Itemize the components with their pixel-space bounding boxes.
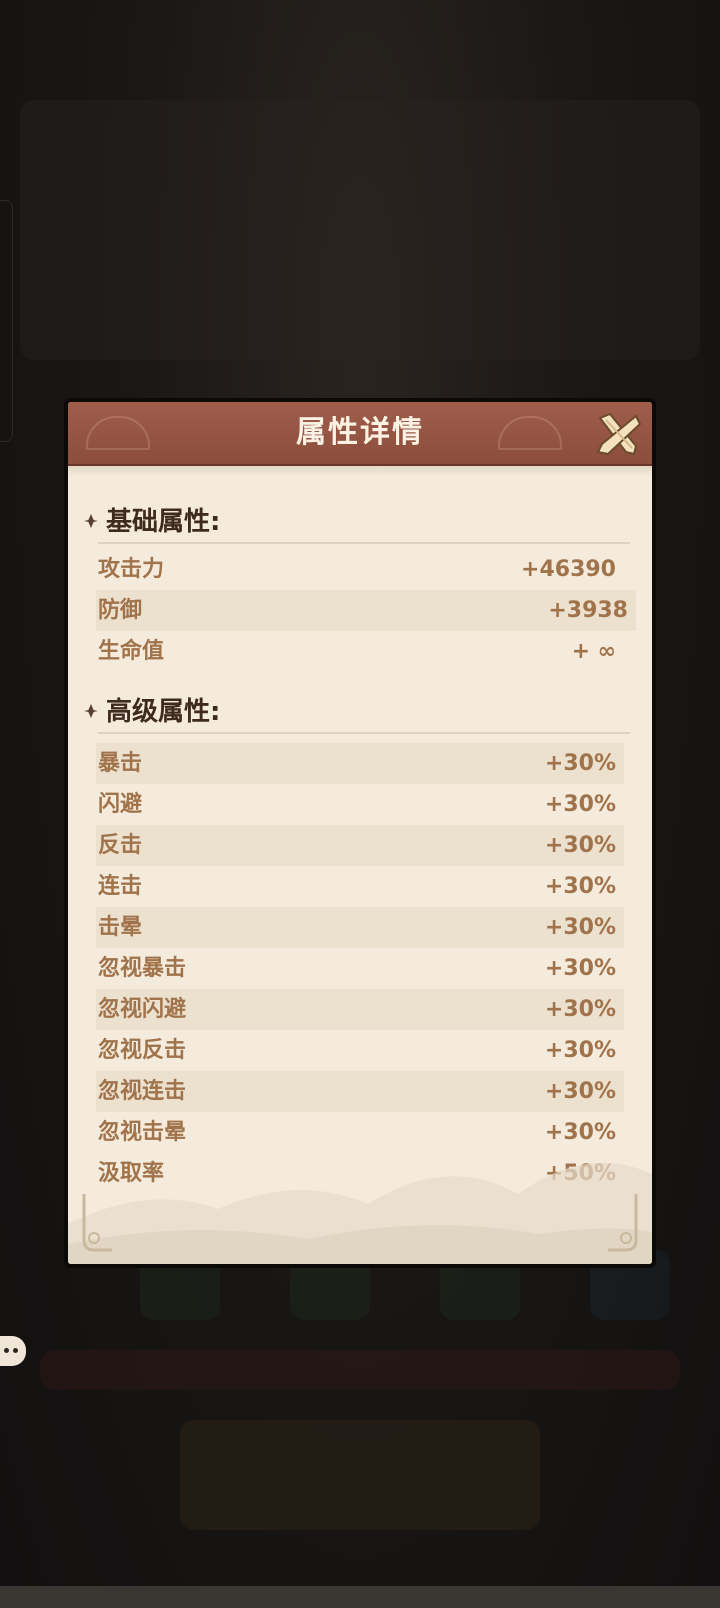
attribute-name: 生命值 [98,639,165,664]
attribute-value: +46390 [521,557,616,582]
attribute-name: 忽视闪避 [98,997,187,1022]
attribute-name: 忽视击晕 [98,1120,187,1145]
blurred-panel [20,100,700,360]
close-x-icon [596,412,642,456]
attribute-name: 闪避 [98,792,143,817]
attribute-value: + ∞ [571,639,616,664]
section-divider [98,732,630,734]
attribute-row: 生命值 + ∞ [96,631,624,672]
attribute-value: +30% [544,792,616,817]
corner-ornament-right [608,1194,638,1252]
diamond-bullet-icon [84,514,98,528]
attribute-row: 攻击力 +46390 [96,549,624,590]
bottom-bar [0,1586,720,1608]
attribute-row: 忽视暴击 +30% [96,948,624,989]
section-label: 基础属性: [106,507,221,537]
attribute-value: +30% [544,1079,616,1104]
attribute-value: +50% [544,1161,616,1186]
attribute-name: 反击 [98,833,143,858]
diamond-bullet-icon [84,704,98,718]
attribute-name: 忽视连击 [98,1079,187,1104]
attribute-value: +3938 [548,598,628,623]
attribute-value: +30% [544,956,616,981]
blurred-button [180,1420,540,1530]
blurred-bar [40,1350,680,1390]
attribute-row: 忽视反击 +30% [96,1030,624,1071]
attribute-name: 连击 [98,874,143,899]
attribute-name: 击晕 [98,915,143,940]
attribute-row: 忽视闪避 +30% [96,989,624,1030]
attribute-name: 攻击力 [98,557,165,582]
attribute-value: +30% [544,874,616,899]
paper-fold [68,466,652,476]
attribute-name: 防御 [98,598,143,623]
close-button[interactable] [592,408,644,460]
attribute-value: +30% [544,833,616,858]
attribute-name: 汲取率 [98,1161,165,1186]
section-divider [98,542,630,544]
attribute-row: 忽视连击 +30% [96,1071,624,1112]
side-panel-edge [0,200,13,442]
attribute-row: 忽视击晕 +30% [96,1112,624,1153]
chat-dot [13,1348,18,1353]
attribute-value: +30% [544,751,616,776]
chat-bubble-icon[interactable] [0,1336,26,1366]
attribute-name: 暴击 [98,751,143,776]
attribute-value: +30% [544,1120,616,1145]
dialog-header: 属性详情 [68,402,652,466]
attribute-name: 忽视反击 [98,1038,187,1063]
corner-ornament-left [82,1194,112,1252]
attribute-row: 闪避 +30% [96,784,624,825]
attribute-row: 击晕 +30% [96,907,624,948]
section-label: 高级属性: [106,697,221,727]
dialog-title: 属性详情 [296,415,424,450]
attribute-details-dialog: 属性详情 基础属性: 攻击力 +46390 防御 +3938 生命值 + ∞ 高… [64,398,656,1268]
attribute-value: +30% [544,997,616,1022]
attribute-row: 反击 +30% [96,825,624,866]
attribute-value: +30% [544,915,616,940]
dialog-paper: 属性详情 基础属性: 攻击力 +46390 防御 +3938 生命值 + ∞ 高… [68,402,652,1264]
attribute-row: 防御 +3938 [96,590,636,631]
section-advanced-attributes: 高级属性: [84,690,636,734]
chat-dot [4,1348,9,1353]
attribute-name: 忽视暴击 [98,956,187,981]
attribute-row: 汲取率 +50% [96,1153,624,1194]
attribute-row: 暴击 +30% [96,743,624,784]
attribute-value: +30% [544,1038,616,1063]
section-basic-attributes: 基础属性: [84,500,636,544]
attribute-row: 连击 +30% [96,866,624,907]
